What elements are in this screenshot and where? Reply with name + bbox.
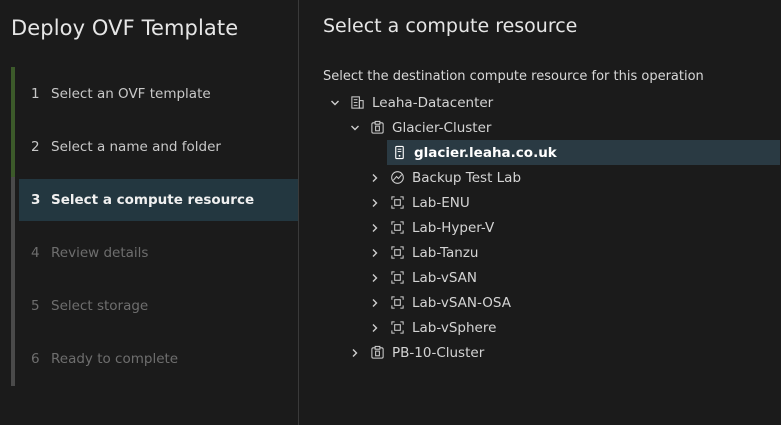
vapp-icon — [389, 195, 405, 211]
tree-node-host-glacier[interactable]: glacier.leaha.co.uk — [387, 140, 780, 165]
vapp-icon — [389, 295, 405, 311]
wizard-sidebar: Deploy OVF Template 1 Select an OVF temp… — [0, 0, 298, 425]
tree-node-label: Lab-ENU — [412, 194, 470, 211]
cluster-icon — [369, 345, 385, 361]
step-label: Select an OVF template — [51, 86, 211, 102]
tree-node-lab-vsan[interactable]: Lab-vSAN — [367, 265, 477, 290]
progress-track — [11, 67, 15, 386]
tree-node-backup-test-lab[interactable]: Backup Test Lab — [367, 165, 521, 190]
progress-fill — [11, 67, 15, 177]
step-select-name-folder[interactable]: 2 Select a name and folder — [19, 126, 298, 168]
step-number: 2 — [31, 139, 40, 155]
tree-node-glacier-cluster[interactable]: Glacier-Cluster — [347, 115, 491, 140]
step-number: 3 — [31, 192, 41, 208]
chevron-right-icon[interactable] — [347, 345, 363, 361]
vapp-icon — [389, 320, 405, 336]
step-number: 6 — [31, 351, 40, 367]
chevron-right-icon[interactable] — [367, 245, 383, 261]
instructions-text: Select the destination compute resource … — [323, 69, 704, 84]
step-number: 5 — [31, 298, 40, 314]
chevron-down-icon[interactable] — [347, 120, 363, 136]
chevron-right-icon[interactable] — [367, 295, 383, 311]
step-label: Select storage — [51, 298, 149, 314]
step-label: Review details — [51, 245, 149, 261]
chevron-right-icon[interactable] — [367, 220, 383, 236]
step-label: Ready to complete — [51, 351, 179, 367]
tree-node-label: Lab-vSAN-OSA — [412, 294, 511, 311]
step-select-storage: 5 Select storage — [19, 285, 298, 327]
panel-divider — [298, 0, 299, 425]
datacenter-icon — [349, 95, 365, 111]
step-label: Select a compute resource — [51, 192, 255, 208]
tree-node-label: Leaha-Datacenter — [372, 94, 494, 111]
resource-pool-icon — [389, 170, 405, 186]
chevron-right-icon[interactable] — [367, 195, 383, 211]
host-icon — [391, 145, 407, 161]
tree-node-lab-vsan-osa[interactable]: Lab-vSAN-OSA — [367, 290, 511, 315]
tree-node-label: Lab-Tanzu — [412, 244, 479, 261]
tree-node-label: Lab-vSAN — [412, 269, 478, 286]
tree-node-label: Backup Test Lab — [412, 169, 522, 186]
step-ready-to-complete: 6 Ready to complete — [19, 338, 298, 380]
chevron-right-icon[interactable] — [367, 170, 383, 186]
tree-node-label: PB-10-Cluster — [392, 344, 485, 361]
tree-node-label: Glacier-Cluster — [392, 119, 492, 136]
chevron-right-icon[interactable] — [367, 320, 383, 336]
page-title: Select a compute resource — [323, 15, 578, 37]
tree-node-label: glacier.leaha.co.uk — [414, 144, 557, 161]
step-number: 4 — [31, 245, 40, 261]
step-select-ovf-template[interactable]: 1 Select an OVF template — [19, 73, 298, 115]
wizard-title: Deploy OVF Template — [11, 16, 239, 40]
step-select-compute-resource[interactable]: 3 Select a compute resource — [19, 179, 298, 221]
chevron-right-icon[interactable] — [367, 270, 383, 286]
step-label: Select a name and folder — [51, 139, 221, 155]
tree-node-lab-vsphere[interactable]: Lab-vSphere — [367, 315, 496, 340]
cluster-icon — [369, 120, 385, 136]
tree-node-lab-enu[interactable]: Lab-ENU — [367, 190, 470, 215]
chevron-down-icon[interactable] — [327, 95, 343, 111]
vapp-icon — [389, 245, 405, 261]
vapp-icon — [389, 220, 405, 236]
step-review-details: 4 Review details — [19, 232, 298, 274]
tree-node-datacenter[interactable]: Leaha-Datacenter — [327, 90, 493, 115]
tree-node-lab-hyper-v[interactable]: Lab-Hyper-V — [367, 215, 494, 240]
tree-node-label: Lab-vSphere — [412, 319, 497, 336]
tree-node-lab-tanzu[interactable]: Lab-Tanzu — [367, 240, 478, 265]
vapp-icon — [389, 270, 405, 286]
tree-node-label: Lab-Hyper-V — [412, 219, 495, 236]
step-number: 1 — [31, 86, 40, 102]
tree-node-pb-10-cluster[interactable]: PB-10-Cluster — [347, 340, 484, 365]
